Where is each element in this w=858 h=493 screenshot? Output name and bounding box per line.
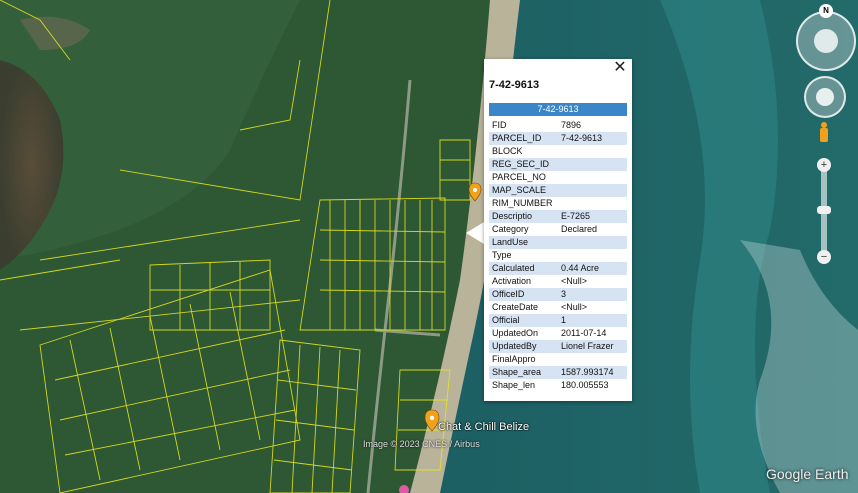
table-row: RIM_NUMBER <box>489 197 627 210</box>
google-earth-logo: Google Earth <box>766 466 849 482</box>
zoom-thumb[interactable] <box>817 206 831 214</box>
field-name: Type <box>492 250 512 260</box>
table-row: FinalAppro <box>489 353 627 366</box>
field-name: OfficeID <box>489 288 558 301</box>
field-value <box>558 171 627 184</box>
table-row: Calculated 0.44 Acre <box>489 262 627 275</box>
table-row: Activation <Null> <box>489 275 627 288</box>
table-row: Category Declared <box>489 223 627 236</box>
field-name: BLOCK <box>492 146 523 156</box>
table-row: BLOCK <box>489 145 627 158</box>
close-icon[interactable]: ✕ <box>612 60 628 76</box>
field-value: 7896 <box>561 120 582 130</box>
zoom-in-button[interactable]: + <box>817 158 831 172</box>
field-value: 1587.993174 <box>558 366 627 379</box>
field-value <box>558 353 627 366</box>
table-row: Official 1 <box>489 314 627 327</box>
popup-header-value: 7-42-9613 <box>489 103 627 116</box>
field-value: 2011-07-14 <box>561 328 607 338</box>
satellite-map[interactable] <box>0 0 858 493</box>
table-row: OfficeID 3 <box>489 288 627 301</box>
table-row: MAP_SCALE <box>489 184 627 197</box>
field-name: REG_SEC_ID <box>489 158 558 171</box>
field-name: PARCEL_ID <box>489 132 558 145</box>
field-value <box>558 145 627 158</box>
field-name: UpdatedBy <box>489 340 558 353</box>
table-row: PARCEL_ID 7-42-9613 <box>489 132 627 145</box>
street-view-pegman-icon[interactable] <box>819 122 829 148</box>
popup-pointer <box>466 222 484 244</box>
zoom-slider[interactable]: + − <box>817 158 831 264</box>
parcel-info-popup: ✕ 7-42-9613 7-42-9613 FID 7896 PARCEL_ID 7-… <box>484 59 632 401</box>
field-name: FID <box>492 120 507 130</box>
table-row: PARCEL_NO <box>489 171 627 184</box>
field-name: MAP_SCALE <box>489 184 558 197</box>
table-row: UpdatedOn 2011-07-14 <box>489 327 627 340</box>
table-row: Type <box>489 249 627 262</box>
zoom-out-button[interactable]: − <box>817 250 831 264</box>
field-value: 1 <box>558 314 627 327</box>
field-name: Shape_area <box>489 366 558 379</box>
field-value: Lionel Frazer <box>558 340 627 353</box>
field-name: UpdatedOn <box>492 328 539 338</box>
field-value: <Null> <box>561 302 588 312</box>
field-value: 0.44 Acre <box>558 262 627 275</box>
table-row: Shape_area 1587.993174 <box>489 366 627 379</box>
field-value: E-7265 <box>558 210 627 223</box>
field-name: Activation <box>492 276 532 286</box>
field-name: Calculated <box>489 262 558 275</box>
field-value <box>558 158 627 171</box>
table-row: LandUse <box>489 236 627 249</box>
field-name: Descriptio <box>489 210 558 223</box>
field-name: Shape_len <box>492 380 536 390</box>
field-name: PARCEL_NO <box>492 172 546 182</box>
field-value: 180.005553 <box>561 380 609 390</box>
table-row: FID 7896 <box>489 119 627 132</box>
field-name: FinalAppro <box>492 354 536 364</box>
field-name: RIM_NUMBER <box>492 198 553 208</box>
field-name: Category <box>492 224 529 234</box>
table-row: CreateDate <Null> <box>489 301 627 314</box>
attribute-table: FID 7896 PARCEL_ID 7-42-9613 BLOCK REG_SEC_ID… <box>489 119 627 392</box>
pan-control-icon[interactable] <box>804 76 846 118</box>
field-value: <Null> <box>561 276 588 286</box>
table-row: UpdatedBy Lionel Frazer <box>489 340 627 353</box>
table-row: Shape_len 180.005553 <box>489 379 627 392</box>
field-name: CreateDate <box>492 302 539 312</box>
table-row: Descriptio E-7265 <box>489 210 627 223</box>
poi-label[interactable]: Chat & Chill Belize <box>438 421 529 433</box>
field-value <box>558 197 627 210</box>
imagery-credit: Image © 2023 CNES / Airbus <box>363 439 480 449</box>
popup-title: 7-42-9613 <box>489 79 540 91</box>
table-row: REG_SEC_ID <box>489 158 627 171</box>
field-value <box>558 236 627 249</box>
field-value: 7-42-9613 <box>558 132 627 145</box>
compass-icon[interactable]: N <box>796 4 856 71</box>
field-value: 3 <box>558 288 627 301</box>
field-name: LandUse <box>489 236 558 249</box>
field-value <box>558 184 627 197</box>
field-value <box>558 249 627 262</box>
field-value: Declared <box>561 224 598 234</box>
compass-north-label: N <box>819 4 833 18</box>
field-name: Official <box>489 314 558 327</box>
